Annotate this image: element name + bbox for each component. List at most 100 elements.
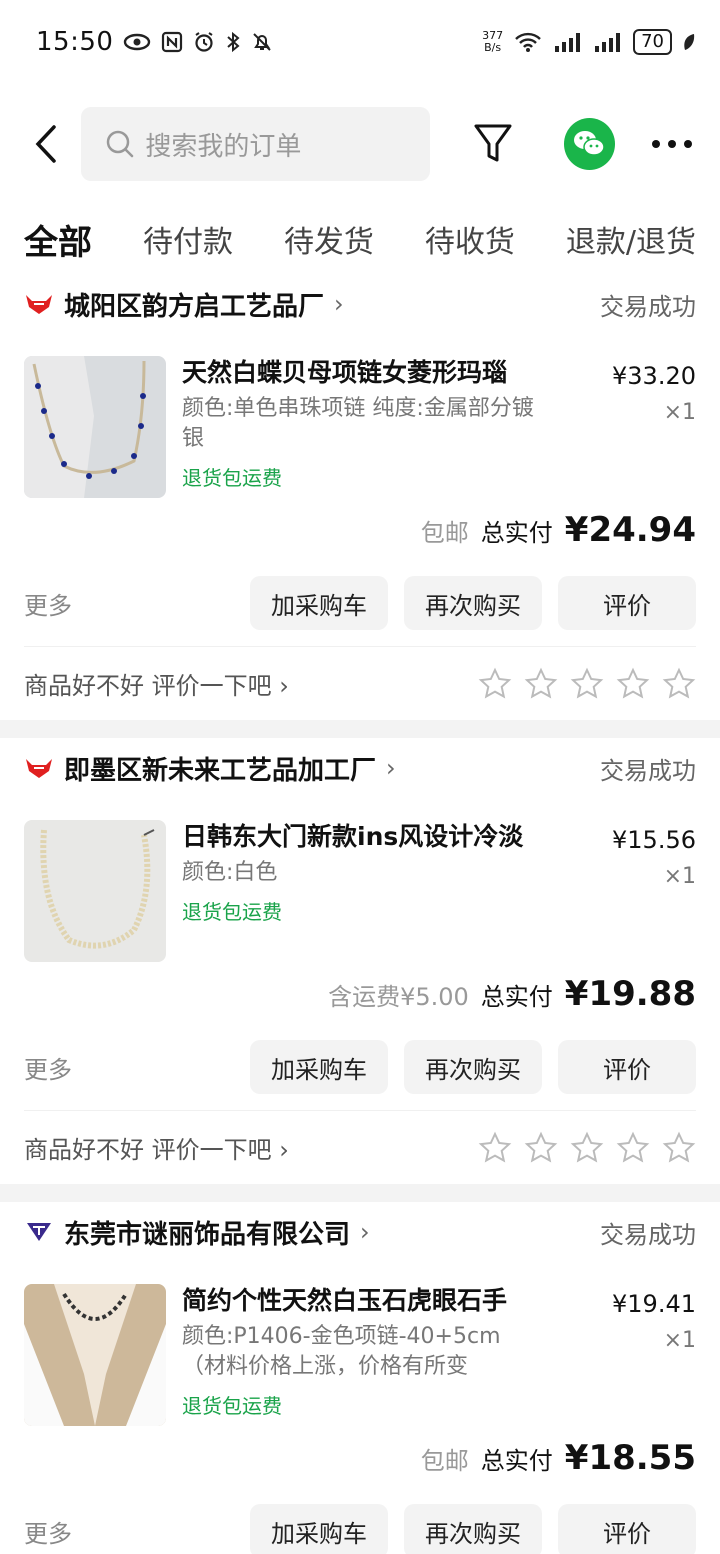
battery-indicator: 70 <box>633 29 672 55</box>
product-spec: 颜色:P1406-金色项链-40+5cm（材料价格上涨，价格有所变 <box>182 1324 501 1379</box>
star-icon[interactable] <box>570 1131 604 1165</box>
rating-prompt-text[interactable]: 商品好不好 评价一下吧 › <box>24 1130 289 1165</box>
mute-bell-icon <box>251 31 273 53</box>
rating-stars <box>478 1131 696 1165</box>
section-divider <box>0 720 720 738</box>
order-card: 东莞市谜丽饰品有限公司 › 交易成功 简约个性天然白玉石虎眼石手 颜色:P140… <box>0 1202 720 1554</box>
tab-pending-receipt[interactable]: 待收货 <box>425 217 515 261</box>
refund-shipping-badge: 退货包运费 <box>182 466 282 490</box>
wechat-icon <box>574 131 605 156</box>
order-total: 包邮 总实付 ¥18.55 <box>24 1438 696 1484</box>
total-amount: ¥24.94 <box>564 510 696 550</box>
refund-shipping-badge: 退货包运费 <box>182 900 282 924</box>
filter-button[interactable] <box>468 114 517 174</box>
signal-icon-2 <box>593 31 623 53</box>
order-state: 交易成功 <box>600 292 696 321</box>
order-actions: 更多 加采购车 再次购买 评价 <box>24 1024 696 1110</box>
rating-stars <box>478 667 696 701</box>
order-total: 包邮 总实付 ¥24.94 <box>24 510 696 556</box>
dot-icon <box>684 140 693 148</box>
order-actions: 更多 加采购车 再次购买 评价 <box>24 560 696 646</box>
refund-shipping-badge: 退货包运费 <box>182 1394 282 1418</box>
buy-again-button[interactable]: 再次购买 <box>404 1504 542 1554</box>
shop-name: 东莞市谜丽饰品有限公司 <box>64 1219 351 1250</box>
tab-all[interactable]: 全部 <box>24 215 92 264</box>
product-title: 天然白蝶贝母项链女菱形玛瑙 <box>182 358 508 387</box>
shop-header[interactable]: 城阳区韵方启工艺品厂 › 交易成功 <box>24 274 696 334</box>
shop-logo-icon <box>24 289 54 319</box>
product-spec: 颜色:单色串珠项链 纯度:金属部分镀银 <box>182 396 534 451</box>
more-link[interactable]: 更多 <box>24 1050 72 1085</box>
add-to-cart-button[interactable]: 加采购车 <box>250 576 388 630</box>
rating-prompt: 商品好不好 评价一下吧 › <box>24 646 696 720</box>
signal-icon-1 <box>553 31 583 53</box>
shipping-note: 包邮 <box>420 519 469 547</box>
product-image <box>24 356 166 498</box>
shop-logo-icon <box>24 1217 54 1247</box>
review-button[interactable]: 评价 <box>558 1040 696 1094</box>
total-label: 总实付 <box>480 519 553 547</box>
tab-refund[interactable]: 退款/退货 <box>566 217 696 261</box>
rating-prompt-text[interactable]: 商品好不好 评价一下吧 › <box>24 666 289 701</box>
shop-header[interactable]: 即墨区新未来工艺品加工厂 › 交易成功 <box>24 738 696 798</box>
search-input[interactable]: 搜索我的订单 <box>81 107 431 181</box>
star-icon[interactable] <box>616 667 650 701</box>
add-to-cart-button[interactable]: 加采购车 <box>250 1504 388 1554</box>
buy-again-button[interactable]: 再次购买 <box>404 576 542 630</box>
quantity: ×1 <box>663 864 696 889</box>
shop-name: 城阳区韵方启工艺品厂 <box>64 291 325 322</box>
add-to-cart-button[interactable]: 加采购车 <box>250 1040 388 1094</box>
buy-again-button[interactable]: 再次购买 <box>404 1040 542 1094</box>
review-button[interactable]: 评价 <box>558 576 696 630</box>
star-icon[interactable] <box>570 667 604 701</box>
back-button[interactable] <box>24 114 67 174</box>
more-link[interactable]: 更多 <box>24 586 72 621</box>
shop-name: 即墨区新未来工艺品加工厂 <box>64 755 377 786</box>
more-options-button[interactable] <box>645 124 700 164</box>
order-item[interactable]: 天然白蝶贝母项链女菱形玛瑙 颜色:单色串珠项链 纯度:金属部分镀银 退货包运费 … <box>24 356 696 498</box>
unit-price: ¥33.20 <box>612 362 696 390</box>
alarm-icon <box>193 31 215 53</box>
bluetooth-icon <box>225 31 241 53</box>
nfc-icon <box>161 31 183 53</box>
star-icon[interactable] <box>478 1131 512 1165</box>
shipping-note: 含运费¥5.00 <box>328 983 469 1011</box>
product-spec: 颜色:白色 <box>182 860 278 885</box>
total-amount: ¥19.88 <box>564 974 696 1014</box>
wechat-button[interactable] <box>563 118 615 170</box>
chevron-right-icon: › <box>334 290 344 318</box>
star-icon[interactable] <box>662 1131 696 1165</box>
order-status-tabs: 全部 待付款 待发货 待收货 退款/退货 <box>0 204 720 274</box>
filter-icon <box>474 124 512 162</box>
total-label: 总实付 <box>480 1447 553 1475</box>
star-icon[interactable] <box>662 667 696 701</box>
leaf-icon <box>682 32 696 52</box>
unit-price: ¥15.56 <box>612 826 696 854</box>
eye-icon <box>123 32 151 52</box>
shipping-note: 包邮 <box>420 1447 469 1475</box>
search-icon <box>107 130 134 158</box>
more-link[interactable]: 更多 <box>24 1514 72 1549</box>
chevron-right-icon: › <box>386 754 396 782</box>
product-image <box>24 820 166 962</box>
network-speed: 377 B/s <box>482 29 504 54</box>
tab-pending-shipment[interactable]: 待发货 <box>284 217 374 261</box>
rating-prompt: 商品好不好 评价一下吧 › <box>24 1110 696 1184</box>
tab-pending-payment[interactable]: 待付款 <box>143 217 233 261</box>
review-button[interactable]: 评价 <box>558 1504 696 1554</box>
order-card: 即墨区新未来工艺品加工厂 › 交易成功 日韩东大门新款ins风设计冷淡 颜色:白… <box>0 738 720 1184</box>
total-label: 总实付 <box>480 983 553 1011</box>
order-item[interactable]: 日韩东大门新款ins风设计冷淡 颜色:白色 退货包运费 ¥15.56 ×1 <box>24 820 696 962</box>
star-icon[interactable] <box>524 667 558 701</box>
star-icon[interactable] <box>524 1131 558 1165</box>
star-icon[interactable] <box>616 1131 650 1165</box>
order-item[interactable]: 简约个性天然白玉石虎眼石手 颜色:P1406-金色项链-40+5cm（材料价格上… <box>24 1284 696 1426</box>
product-title: 简约个性天然白玉石虎眼石手 <box>182 1286 508 1315</box>
shop-header[interactable]: 东莞市谜丽饰品有限公司 › 交易成功 <box>24 1202 696 1262</box>
star-icon[interactable] <box>478 667 512 701</box>
section-divider <box>0 1184 720 1202</box>
wifi-icon <box>513 31 543 53</box>
dot-icon <box>668 140 677 148</box>
order-state: 交易成功 <box>600 756 696 785</box>
shop-logo-icon <box>24 753 54 783</box>
